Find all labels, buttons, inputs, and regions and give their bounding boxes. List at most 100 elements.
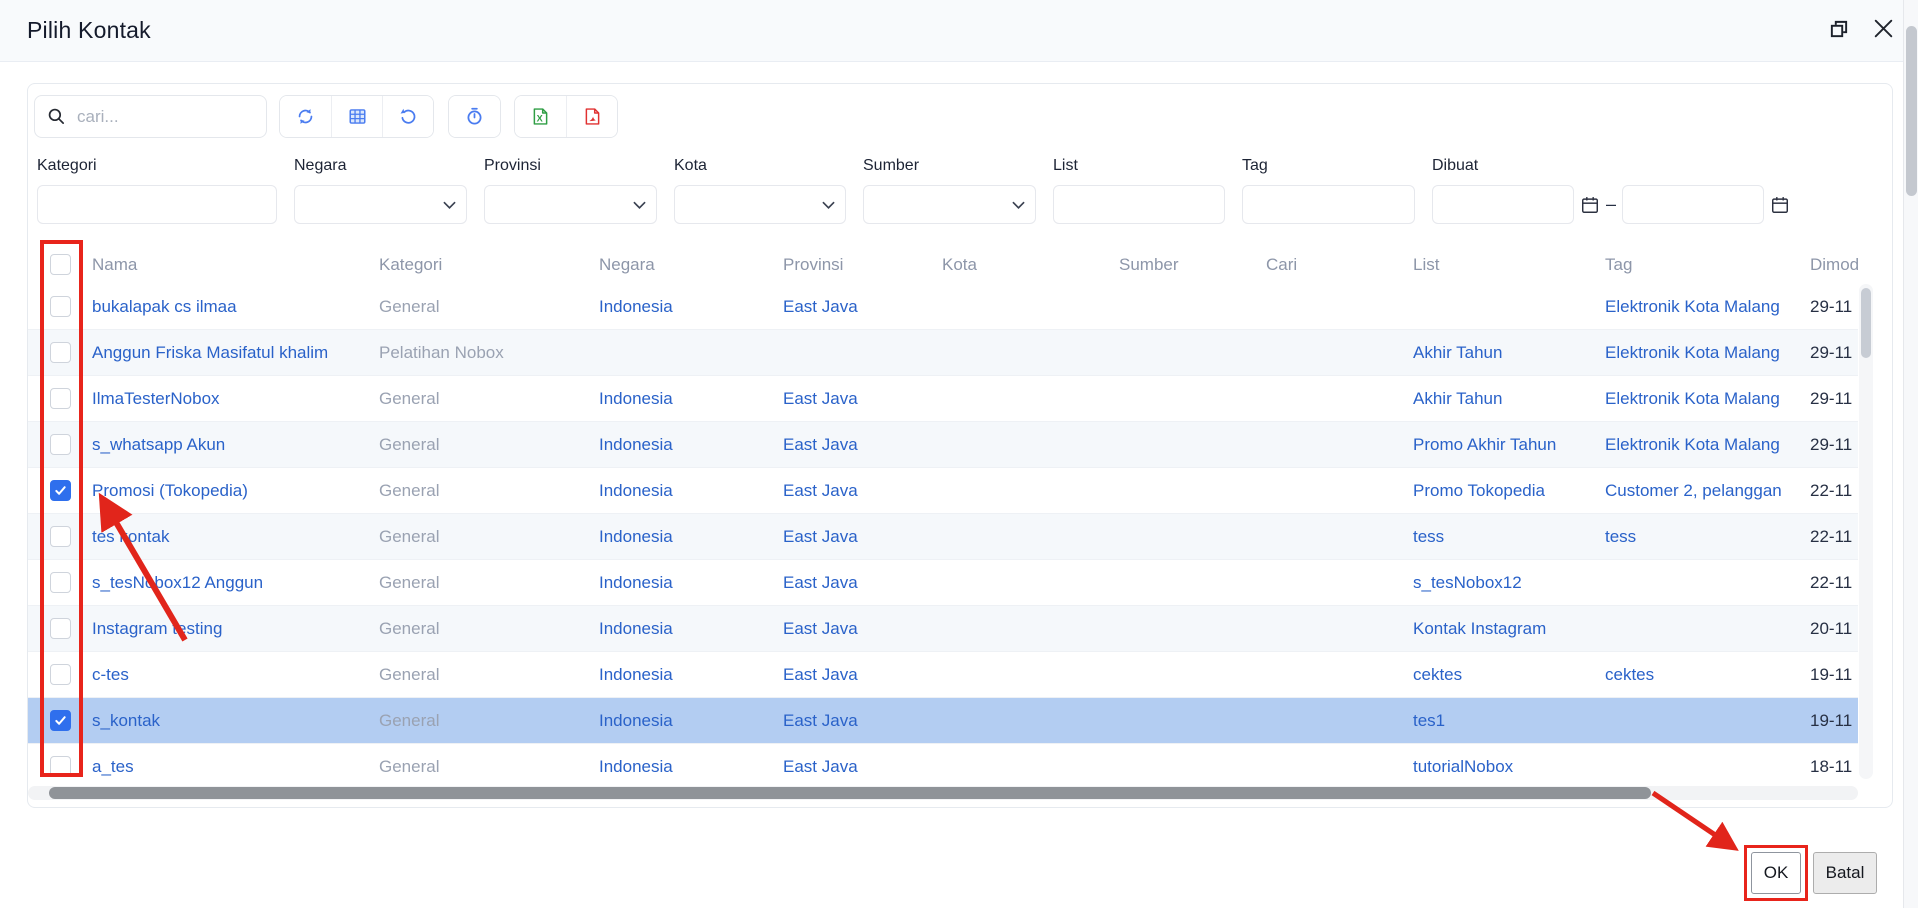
cell-name: Instagram testing bbox=[85, 619, 372, 639]
table-row[interactable]: tes kontakGeneralIndonesiaEast Javatesst… bbox=[28, 514, 1858, 560]
table-horizontal-scrollbar[interactable] bbox=[28, 786, 1858, 800]
table-row[interactable]: IlmaTesterNoboxGeneralIndonesiaEast Java… bbox=[28, 376, 1858, 422]
cell-kategori: General bbox=[372, 619, 592, 639]
batal-button[interactable]: Batal bbox=[1813, 852, 1877, 894]
row-checkbox[interactable] bbox=[50, 388, 71, 409]
excel-icon: X bbox=[530, 106, 551, 127]
cell-negara: Indonesia bbox=[592, 527, 776, 547]
cell-tag: tess bbox=[1598, 527, 1803, 547]
table-row[interactable]: Instagram testingGeneralIndonesiaEast Ja… bbox=[28, 606, 1858, 652]
maximize-button[interactable] bbox=[1826, 17, 1852, 43]
filter-negara-select[interactable] bbox=[294, 185, 467, 224]
page-scrollbar[interactable] bbox=[1903, 0, 1918, 908]
table-row[interactable]: s_tesNobox12 AnggunGeneralIndonesiaEast … bbox=[28, 560, 1858, 606]
cell-provinsi: East Java bbox=[776, 297, 935, 317]
cell-tag: Elektronik Kota Malang bbox=[1598, 435, 1803, 455]
stopwatch-button[interactable] bbox=[449, 96, 500, 137]
pilih-kontak-modal: Pilih Kontak X Kategori Negara Provinsi bbox=[0, 0, 1918, 908]
scrollbar-thumb[interactable] bbox=[1906, 26, 1917, 196]
filter-kategori: Kategori bbox=[37, 157, 277, 224]
ok-button[interactable]: OK bbox=[1751, 852, 1801, 894]
filter-label: Kategori bbox=[37, 157, 277, 175]
filter-label: Kota bbox=[674, 157, 846, 175]
calendar-from-button[interactable] bbox=[1574, 195, 1600, 215]
row-checkbox[interactable] bbox=[50, 526, 71, 547]
modal-titlebar: Pilih Kontak bbox=[0, 0, 1918, 62]
filter-label: Sumber bbox=[863, 157, 1036, 175]
close-button[interactable] bbox=[1870, 17, 1896, 43]
cell-tag: Customer 2, pelanggan bbox=[1598, 481, 1803, 501]
cell-kategori: General bbox=[372, 665, 592, 685]
row-checkbox[interactable] bbox=[50, 664, 71, 685]
refresh-button[interactable] bbox=[280, 96, 331, 137]
table-row[interactable]: s_kontakGeneralIndonesiaEast Javates119-… bbox=[28, 698, 1858, 744]
column-header-dimod: Dimod bbox=[1803, 255, 1858, 275]
excel-button[interactable]: X bbox=[515, 96, 566, 137]
cell-name: s_kontak bbox=[85, 711, 372, 731]
cell-name: IlmaTesterNobox bbox=[85, 389, 372, 409]
table-row[interactable]: s_whatsapp AkunGeneralIndonesiaEast Java… bbox=[28, 422, 1858, 468]
cell-name: Promosi (Tokopedia) bbox=[85, 481, 372, 501]
pdf-button[interactable] bbox=[566, 96, 617, 137]
maximize-icon bbox=[1828, 18, 1850, 43]
cell-provinsi: East Java bbox=[776, 665, 935, 685]
row-checkbox[interactable] bbox=[50, 342, 71, 363]
cell-provinsi: East Java bbox=[776, 573, 935, 593]
undo-icon bbox=[398, 106, 419, 127]
filter-sumber-select[interactable] bbox=[863, 185, 1036, 224]
cell-negara: Indonesia bbox=[592, 619, 776, 639]
cell-dimod: 22-11 bbox=[1803, 527, 1858, 547]
filter-kota-select[interactable] bbox=[674, 185, 846, 224]
filter-sumber: Sumber bbox=[863, 157, 1036, 224]
table-row[interactable]: Anggun Friska Masifatul khalimPelatihan … bbox=[28, 330, 1858, 376]
select-all-checkbox[interactable] bbox=[50, 254, 71, 275]
table-row[interactable]: a_tesGeneralIndonesiaEast JavatutorialNo… bbox=[28, 744, 1858, 779]
row-checkbox[interactable] bbox=[50, 296, 71, 317]
filter-row: KategoriNegara Provinsi Kota Sumber List… bbox=[37, 157, 1790, 224]
pdf-icon bbox=[582, 106, 603, 127]
row-checkbox[interactable] bbox=[50, 756, 71, 777]
calendar-to-button[interactable] bbox=[1764, 195, 1790, 215]
filter-provinsi-select[interactable] bbox=[484, 185, 657, 224]
row-checkbox[interactable] bbox=[50, 434, 71, 455]
column-header-kota: Kota bbox=[935, 255, 1112, 275]
cell-dimod: 18-11 bbox=[1803, 757, 1858, 777]
row-checkbox[interactable] bbox=[50, 710, 71, 731]
calendar-icon bbox=[1580, 195, 1600, 215]
row-checkbox[interactable] bbox=[50, 480, 71, 501]
column-header-negara: Negara bbox=[592, 255, 776, 275]
column-header-provinsi: Provinsi bbox=[776, 255, 935, 275]
cell-list: Akhir Tahun bbox=[1406, 343, 1598, 363]
stopwatch-icon bbox=[464, 106, 485, 127]
undo-button[interactable] bbox=[382, 96, 433, 137]
filter-kota: Kota bbox=[674, 157, 846, 224]
cell-tag: Elektronik Kota Malang bbox=[1598, 297, 1803, 317]
scrollbar-thumb[interactable] bbox=[1861, 288, 1871, 358]
cell-provinsi: East Java bbox=[776, 619, 935, 639]
grid-button[interactable] bbox=[331, 96, 382, 137]
table-vertical-scrollbar[interactable] bbox=[1859, 284, 1873, 779]
scrollbar-thumb[interactable] bbox=[49, 787, 1651, 799]
row-checkbox[interactable] bbox=[50, 572, 71, 593]
cell-negara: Indonesia bbox=[592, 665, 776, 685]
cell-dimod: 19-11 bbox=[1803, 711, 1858, 731]
cell-negara: Indonesia bbox=[592, 481, 776, 501]
column-header-sumber: Sumber bbox=[1112, 255, 1259, 275]
row-checkbox[interactable] bbox=[50, 618, 71, 639]
toolbar-group-history bbox=[448, 95, 501, 138]
cell-kategori: General bbox=[372, 297, 592, 317]
filter-tag-input[interactable] bbox=[1253, 195, 1404, 215]
filter-list-input[interactable] bbox=[1064, 195, 1214, 215]
table-row[interactable]: c-tesGeneralIndonesiaEast Javacektescekt… bbox=[28, 652, 1858, 698]
search-input[interactable] bbox=[75, 106, 254, 128]
dibuat-from-input[interactable] bbox=[1443, 195, 1563, 215]
cell-list: Akhir Tahun bbox=[1406, 389, 1598, 409]
filter-kategori-input[interactable] bbox=[48, 195, 266, 215]
dibuat-to-input[interactable] bbox=[1633, 195, 1753, 215]
cell-kategori: General bbox=[372, 757, 592, 777]
table-row[interactable]: bukalapak cs ilmaaGeneralIndonesiaEast J… bbox=[28, 284, 1858, 330]
chevron-down-icon bbox=[633, 201, 646, 209]
table-row[interactable]: Promosi (Tokopedia)GeneralIndonesiaEast … bbox=[28, 468, 1858, 514]
close-icon bbox=[1871, 16, 1896, 44]
cell-dimod: 29-11 bbox=[1803, 343, 1858, 363]
